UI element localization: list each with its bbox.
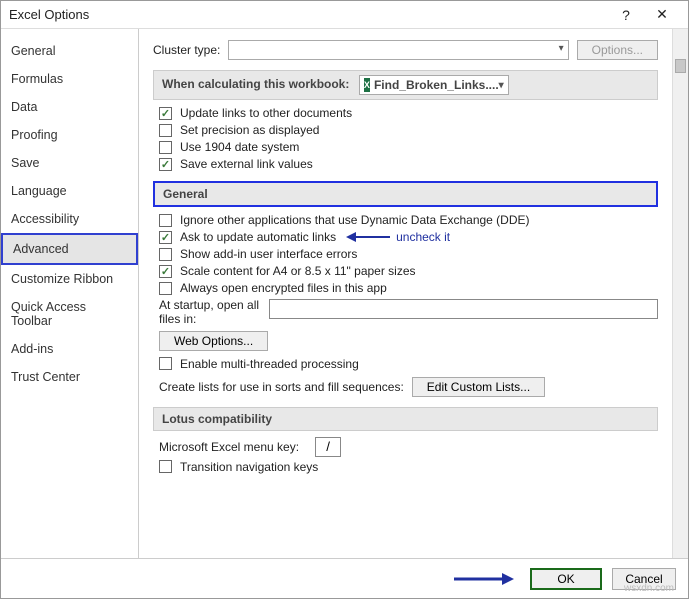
opt-save-external-links[interactable]: Save external link values xyxy=(159,157,658,171)
sidebar-item-add-ins[interactable]: Add-ins xyxy=(1,335,138,363)
menu-key-row: Microsoft Excel menu key: xyxy=(159,437,658,457)
opt-scale-a4-label: Scale content for A4 or 8.5 x 11" paper … xyxy=(180,264,416,278)
cluster-type-label: Cluster type: xyxy=(153,43,220,57)
checkbox-icon xyxy=(159,141,172,154)
opt-open-encrypted-label: Always open encrypted files in this app xyxy=(180,281,387,295)
checkbox-icon xyxy=(159,107,172,120)
opt-multithread-label: Enable multi-threaded processing xyxy=(180,357,359,371)
opt-addin-errors-label: Show add-in user interface errors xyxy=(180,247,357,261)
chevron-down-icon: ▾ xyxy=(499,80,504,91)
web-options-button[interactable]: Web Options... xyxy=(159,331,268,351)
sidebar-item-trust-center[interactable]: Trust Center xyxy=(1,363,138,391)
section-lotus: Lotus compatibility xyxy=(153,407,658,431)
workbook-name: Find_Broken_Links.... xyxy=(374,78,499,92)
chevron-down-icon: ▾ xyxy=(559,43,564,54)
checkbox-icon xyxy=(159,265,172,278)
section-when-calculating: When calculating this workbook: Find_Bro… xyxy=(153,70,658,100)
opt-save-external-links-label: Save external link values xyxy=(180,157,313,171)
category-sidebar: General Formulas Data Proofing Save Lang… xyxy=(1,29,139,558)
custom-lists-row: Create lists for use in sorts and fill s… xyxy=(159,377,658,397)
close-button[interactable]: ✕ xyxy=(644,6,680,23)
content-scroll: Cluster type: ▾ Options... When calculat… xyxy=(139,29,672,558)
startup-folder-label: At startup, open all files in: xyxy=(159,299,269,327)
checkbox-icon xyxy=(159,357,172,370)
custom-lists-label: Create lists for use in sorts and fill s… xyxy=(159,380,404,394)
opt-transition-nav[interactable]: Transition navigation keys xyxy=(159,460,658,474)
sidebar-item-advanced[interactable]: Advanced xyxy=(1,233,138,265)
watermark: wsxdn.com xyxy=(624,583,674,594)
annotation-uncheck: uncheck it xyxy=(346,230,450,244)
section-when-calculating-label: When calculating this workbook: xyxy=(162,77,349,91)
sidebar-item-formulas[interactable]: Formulas xyxy=(1,65,138,93)
content-pane: Cluster type: ▾ Options... When calculat… xyxy=(139,29,688,558)
opt-transition-nav-label: Transition navigation keys xyxy=(180,460,318,474)
sidebar-item-language[interactable]: Language xyxy=(1,177,138,205)
opt-ignore-dde-label: Ignore other applications that use Dynam… xyxy=(180,213,530,227)
sidebar-item-proofing[interactable]: Proofing xyxy=(1,121,138,149)
arrow-right-icon xyxy=(454,572,514,586)
excel-options-dialog: Excel Options ? ✕ General Formulas Data … xyxy=(0,0,689,599)
checkbox-icon xyxy=(159,214,172,227)
sidebar-item-save[interactable]: Save xyxy=(1,149,138,177)
sidebar-item-accessibility[interactable]: Accessibility xyxy=(1,205,138,233)
scrollbar-thumb[interactable] xyxy=(675,59,686,73)
window-title: Excel Options xyxy=(9,7,608,22)
excel-file-icon xyxy=(364,78,370,92)
titlebar: Excel Options ? ✕ xyxy=(1,1,688,29)
edit-custom-lists-button[interactable]: Edit Custom Lists... xyxy=(412,377,545,397)
dialog-footer: OK Cancel xyxy=(1,558,688,598)
checkbox-icon xyxy=(159,231,172,244)
checkbox-icon xyxy=(159,460,172,473)
annotation-text: uncheck it xyxy=(396,230,450,244)
opt-ask-update-links-label: Ask to update automatic links xyxy=(180,230,336,244)
sidebar-item-quick-access-toolbar[interactable]: Quick Access Toolbar xyxy=(1,293,138,335)
opt-multithread[interactable]: Enable multi-threaded processing xyxy=(159,357,658,371)
startup-folder-input[interactable] xyxy=(269,299,658,319)
ok-button[interactable]: OK xyxy=(530,568,602,590)
opt-set-precision[interactable]: Set precision as displayed xyxy=(159,123,658,137)
opt-open-encrypted[interactable]: Always open encrypted files in this app xyxy=(159,281,658,295)
vertical-scrollbar[interactable] xyxy=(672,29,688,558)
checkbox-icon xyxy=(159,282,172,295)
menu-key-input[interactable] xyxy=(315,437,341,457)
sidebar-item-customize-ribbon[interactable]: Customize Ribbon xyxy=(1,265,138,293)
opt-ignore-dde[interactable]: Ignore other applications that use Dynam… xyxy=(159,213,658,227)
opt-scale-a4[interactable]: Scale content for A4 or 8.5 x 11" paper … xyxy=(159,264,658,278)
checkbox-icon xyxy=(159,158,172,171)
help-button[interactable]: ? xyxy=(608,7,644,23)
startup-folder-row: At startup, open all files in: xyxy=(159,299,658,327)
opt-update-links-label: Update links to other documents xyxy=(180,106,352,120)
sidebar-item-general[interactable]: General xyxy=(1,37,138,65)
sidebar-item-data[interactable]: Data xyxy=(1,93,138,121)
opt-1904-date-label: Use 1904 date system xyxy=(180,140,299,154)
dialog-body: General Formulas Data Proofing Save Lang… xyxy=(1,29,688,558)
opt-update-links[interactable]: Update links to other documents xyxy=(159,106,658,120)
checkbox-icon xyxy=(159,124,172,137)
opt-addin-errors[interactable]: Show add-in user interface errors xyxy=(159,247,658,261)
menu-key-label: Microsoft Excel menu key: xyxy=(159,440,299,454)
arrow-left-icon xyxy=(346,231,390,243)
opt-1904-date[interactable]: Use 1904 date system xyxy=(159,140,658,154)
checkbox-icon xyxy=(159,248,172,261)
section-general: General xyxy=(153,181,658,207)
opt-set-precision-label: Set precision as displayed xyxy=(180,123,319,137)
cluster-options-button[interactable]: Options... xyxy=(577,40,658,60)
opt-ask-update-links[interactable]: Ask to update automatic links uncheck it xyxy=(159,230,658,244)
cluster-type-select[interactable]: ▾ xyxy=(228,40,568,60)
cluster-type-row: Cluster type: ▾ Options... xyxy=(153,40,658,60)
workbook-select[interactable]: Find_Broken_Links.... ▾ xyxy=(359,75,509,95)
